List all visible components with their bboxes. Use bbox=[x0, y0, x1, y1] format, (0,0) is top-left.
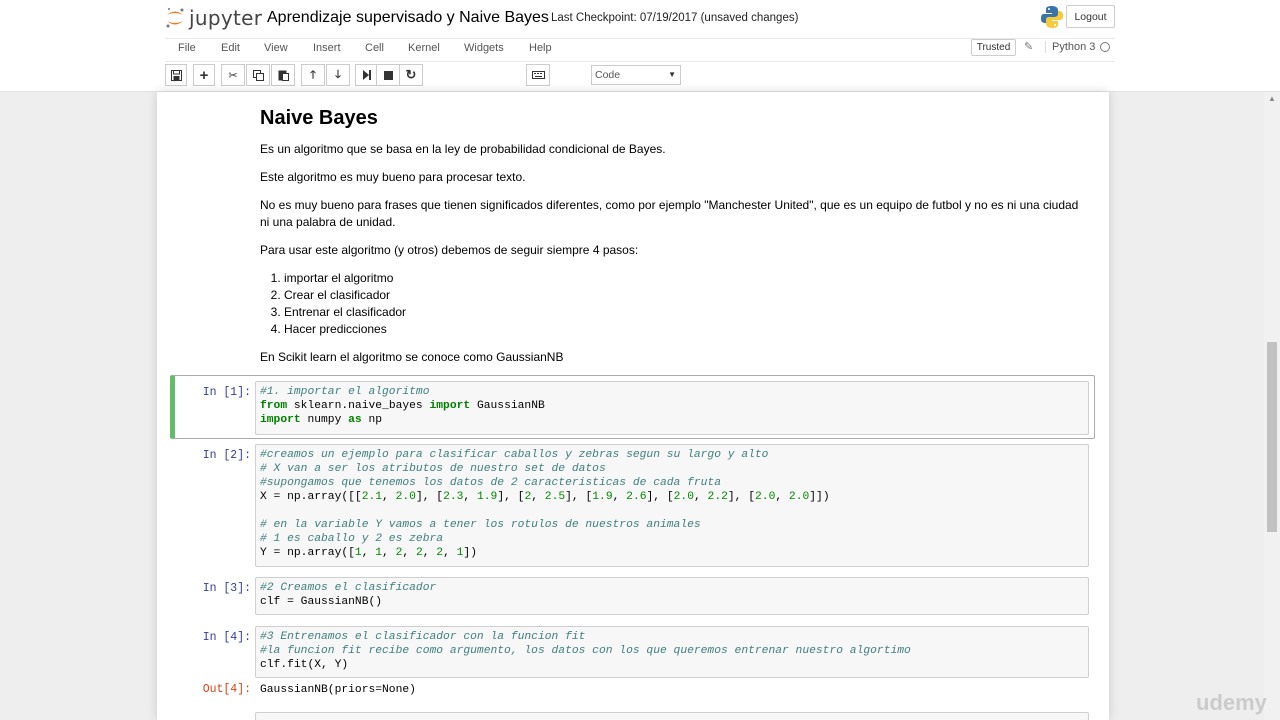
kernel-idle-circle-icon bbox=[1100, 42, 1110, 52]
markdown-cell[interactable]: Naive Bayes Es un algoritmo que se basa … bbox=[260, 92, 1080, 377]
cell-type-value: Code bbox=[595, 69, 621, 81]
command-palette-button[interactable] bbox=[526, 64, 550, 86]
menu-insert[interactable]: Insert bbox=[313, 42, 341, 54]
code-line: #supongamos que tenemos los datos de 2 c… bbox=[260, 477, 721, 489]
move-down-button[interactable]: 🡓 bbox=[326, 64, 350, 86]
restart-button[interactable]: ↻ bbox=[399, 64, 423, 86]
page-scrollbar[interactable]: ▲ bbox=[1264, 92, 1280, 720]
save-icon bbox=[170, 69, 182, 81]
jupyter-logo-icon bbox=[166, 8, 184, 28]
list-item: Entrenar el clasificador bbox=[284, 304, 1080, 321]
arrow-up-icon: 🡑 bbox=[310, 68, 316, 81]
steps-list: importar el algoritmo Crear el clasifica… bbox=[284, 270, 1080, 338]
menu-kernel[interactable]: Kernel bbox=[408, 42, 440, 54]
code-line: import numpy as np bbox=[260, 414, 383, 426]
markdown-paragraph: Es un algoritmo que se basa en la ley de… bbox=[260, 142, 666, 156]
checkpoint-status: Last Checkpoint: 07/19/2017 (unsaved cha… bbox=[551, 12, 799, 24]
list-item: Hacer predicciones bbox=[284, 321, 1080, 338]
markdown-paragraph: Para usar este algoritmo (y otros) debem… bbox=[260, 243, 639, 257]
paste-button[interactable] bbox=[271, 64, 295, 86]
code-input[interactable] bbox=[255, 712, 1089, 720]
scrollbar-thumb[interactable] bbox=[1267, 342, 1277, 532]
edit-mode-pencil-icon: ✎ bbox=[1024, 41, 1034, 53]
logout-button[interactable]: Logout bbox=[1066, 5, 1115, 28]
output-prompt: Out[4]: bbox=[202, 683, 251, 696]
code-line: #la funcion fit recibe como argumento, l… bbox=[260, 645, 911, 657]
caret-down-icon: ▼ bbox=[668, 70, 676, 79]
notebook-container: Naive Bayes Es un algoritmo que se basa … bbox=[157, 92, 1109, 720]
move-up-button[interactable]: 🡑 bbox=[301, 64, 325, 86]
menu-widgets[interactable]: Widgets bbox=[464, 42, 504, 54]
menu-help[interactable]: Help bbox=[529, 42, 552, 54]
code-line: # X van a ser los atributos de nuestro s… bbox=[260, 463, 606, 475]
code-input[interactable]: #creamos un ejemplo para clasificar caba… bbox=[255, 444, 1089, 567]
code-line: #2 Creamos el clasificador bbox=[260, 582, 437, 594]
code-input[interactable]: #2 Creamos el clasificador clf = Gaussia… bbox=[255, 577, 1089, 615]
kernel-name[interactable]: Python 3 bbox=[1045, 41, 1095, 53]
input-prompt: In [4]: bbox=[202, 631, 251, 644]
menu-edit[interactable]: Edit bbox=[221, 42, 240, 54]
code-line: #1. importar el algoritmo bbox=[260, 386, 430, 398]
code-line: clf.fit(X, Y) bbox=[260, 659, 349, 671]
code-line: # en la variable Y vamos a tener los rot… bbox=[260, 519, 701, 531]
paste-icon bbox=[278, 70, 289, 81]
toolbar: + ✂ 🡑 🡓 ↻ Code ▼ bbox=[165, 64, 1115, 88]
input-prompt: In [2]: bbox=[202, 449, 251, 462]
refresh-icon: ↻ bbox=[405, 67, 417, 82]
notebook-header: jupyter Aprendizaje supervisado y Naive … bbox=[0, 0, 1280, 92]
keyboard-icon bbox=[531, 71, 545, 79]
code-line: clf = GaussianNB() bbox=[260, 596, 383, 608]
code-line: X = np.array([[2.1, 2.0], [2.3, 1.9], [2… bbox=[260, 491, 830, 503]
interrupt-button[interactable] bbox=[376, 64, 400, 86]
list-item: importar el algoritmo bbox=[284, 270, 1080, 287]
markdown-heading: Naive Bayes bbox=[260, 107, 378, 129]
step-forward-icon bbox=[363, 70, 371, 80]
markdown-paragraph: Este algoritmo es muy bueno para procesa… bbox=[260, 170, 526, 184]
jupyter-logo[interactable]: jupyter bbox=[165, 6, 262, 30]
save-button[interactable] bbox=[165, 64, 187, 86]
udemy-watermark: udemy bbox=[1196, 690, 1267, 715]
scroll-up-arrow-icon[interactable]: ▲ bbox=[1268, 94, 1276, 103]
menu-view[interactable]: View bbox=[264, 42, 288, 54]
menu-file[interactable]: File bbox=[178, 42, 196, 54]
notebook-name[interactable]: Aprendizaje supervisado y Naive Bayes bbox=[267, 9, 549, 27]
code-input[interactable]: #1. importar el algoritmo from sklearn.n… bbox=[255, 381, 1089, 435]
code-input[interactable]: #3 Entrenamos el clasificador con la fun… bbox=[255, 626, 1089, 678]
menu-cell[interactable]: Cell bbox=[365, 42, 384, 54]
python-logo-icon bbox=[1041, 6, 1063, 28]
code-line: #creamos un ejemplo para clasificar caba… bbox=[260, 449, 769, 461]
logo-text: jupyter bbox=[189, 6, 263, 30]
list-item: Crear el clasificador bbox=[284, 287, 1080, 304]
copy-button[interactable] bbox=[246, 64, 270, 86]
cell-type-select[interactable]: Code ▼ bbox=[591, 65, 681, 85]
code-line: #3 Entrenamos el clasificador con la fun… bbox=[260, 631, 586, 643]
plus-icon: + bbox=[199, 66, 209, 84]
trusted-indicator[interactable]: Trusted bbox=[971, 39, 1016, 56]
copy-icon bbox=[252, 69, 264, 81]
arrow-down-icon: 🡓 bbox=[335, 68, 341, 81]
input-prompt: In [3]: bbox=[202, 582, 251, 595]
code-line: from sklearn.naive_bayes import Gaussian… bbox=[260, 400, 545, 412]
markdown-paragraph: No es muy bueno para frases que tienen s… bbox=[260, 198, 1079, 229]
markdown-paragraph: En Scikit learn el algoritmo se conoce c… bbox=[260, 350, 564, 364]
input-prompt: In [1]: bbox=[202, 386, 251, 399]
scissors-icon: ✂ bbox=[228, 69, 238, 82]
code-line: Y = np.array([1, 1, 2, 2, 2, 1]) bbox=[260, 547, 477, 559]
stop-icon bbox=[383, 70, 393, 80]
code-line: # 1 es caballo y 2 es zebra bbox=[260, 533, 444, 545]
insert-cell-button[interactable]: + bbox=[193, 64, 215, 86]
cut-button[interactable]: ✂ bbox=[221, 64, 245, 86]
cell-output: GaussianNB(priors=None) bbox=[260, 684, 416, 696]
